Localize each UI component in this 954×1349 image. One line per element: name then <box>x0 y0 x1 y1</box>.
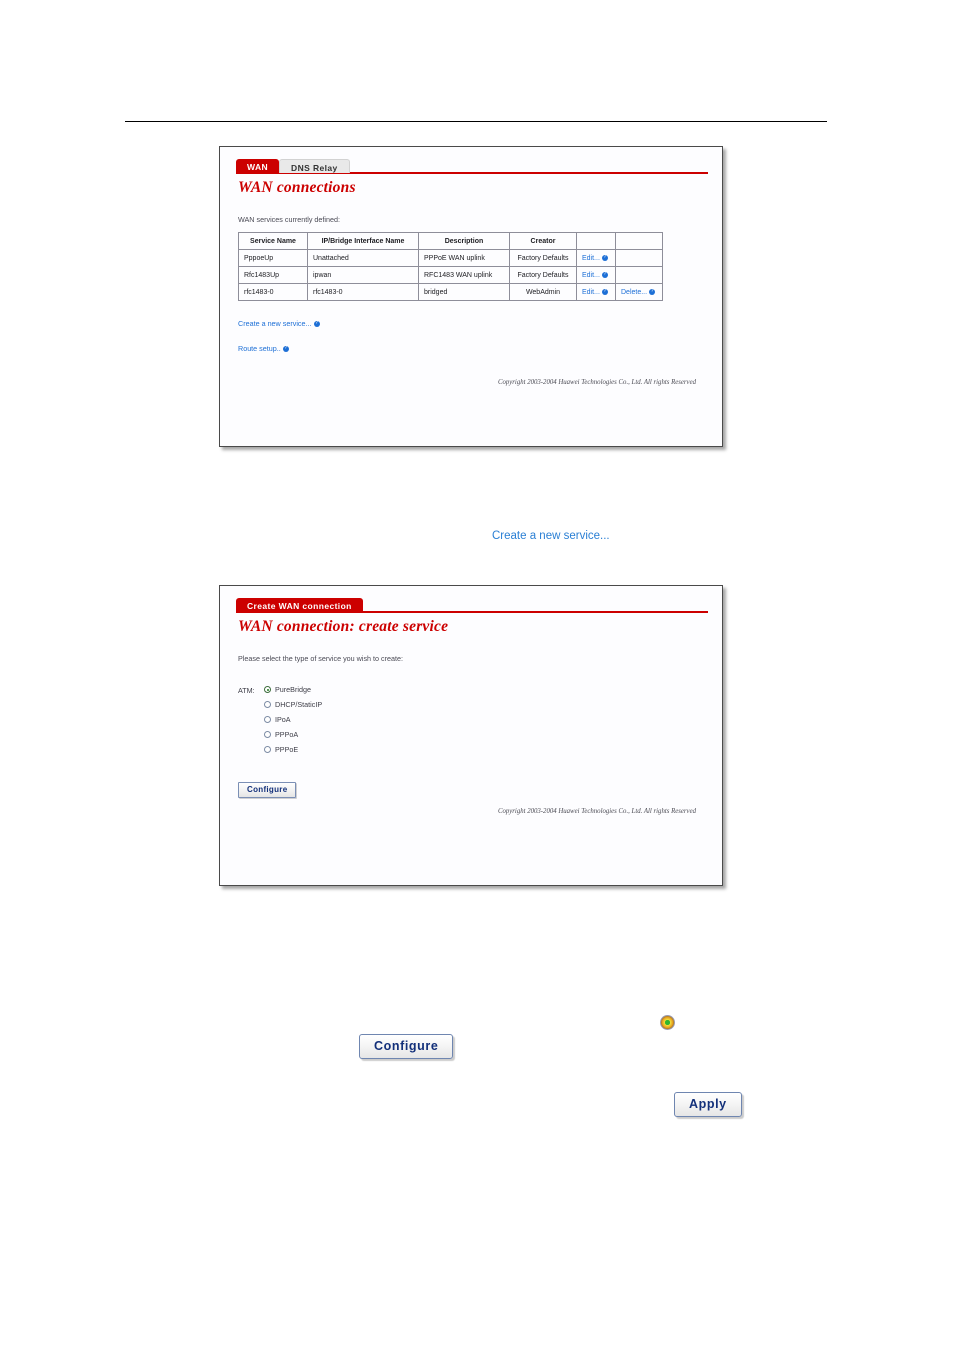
cell-interface: ipwan <box>307 266 419 284</box>
route-setup-link[interactable]: Route setup.. <box>238 344 281 353</box>
radio-option-purebridge[interactable]: PureBridge <box>264 685 322 694</box>
edit-link[interactable]: Edit... <box>582 255 600 262</box>
cell-creator: Factory Defaults <box>509 266 577 284</box>
callout-apply-button: Apply <box>674 1092 742 1117</box>
panel1-body: WAN services currently defined: Service … <box>238 215 706 386</box>
panel1-intro: WAN services currently defined: <box>238 215 340 224</box>
radio-label: DHCP/StaticIP <box>275 700 323 709</box>
callout-configure-button: Configure <box>359 1034 454 1059</box>
panel2-tabbar: Create WAN connection <box>236 594 722 612</box>
radio-icon[interactable] <box>264 746 271 753</box>
radio-label: PureBridge <box>275 685 311 694</box>
callout-create-a-new-service: Create a new service... <box>492 526 610 544</box>
wan-services-table: Service Name IP/Bridge Interface Name De… <box>238 232 663 301</box>
radio-icon[interactable] <box>264 731 271 738</box>
cell-edit-action[interactable]: Edit... <box>576 249 616 267</box>
copyright-notice: Copyright 2003-2004 Huawei Technologies … <box>497 379 696 386</box>
create-new-service-row: Create a new service... <box>238 319 706 328</box>
col-header-service-name: Service Name <box>238 232 308 250</box>
help-icon[interactable] <box>601 288 608 295</box>
configure-button[interactable]: Configure <box>238 782 297 798</box>
configure-button[interactable]: Configure <box>359 1034 454 1059</box>
service-type-group: ATM: PureBridge DHCP/StaticIP IPoA PPPoA… <box>238 685 706 754</box>
radio-option-pppoe[interactable]: PPPoE <box>264 745 322 754</box>
col-header-description: Description <box>418 232 510 250</box>
service-type-radio-list: PureBridge DHCP/StaticIP IPoA PPPoA PPPo… <box>264 685 322 754</box>
table-row: rfc1483-0 rfc1483-0 bridged WebAdmin Edi… <box>238 283 663 301</box>
panel1-tabbar: WAN DNS Relay <box>236 155 722 173</box>
page-title-create-service: WAN connection: create service <box>238 618 449 635</box>
radio-selected-icon[interactable] <box>660 1015 675 1030</box>
cell-creator: Factory Defaults <box>509 249 577 267</box>
callout-radio-icon <box>660 1015 675 1035</box>
cell-interface: Unattached <box>307 249 419 267</box>
cell-service-name: Rfc1483Up <box>238 266 308 284</box>
help-icon[interactable] <box>601 271 608 278</box>
cell-edit-action[interactable]: Edit... <box>576 283 616 301</box>
tab-create-wan-connection[interactable]: Create WAN connection <box>236 598 363 612</box>
tab-dns-relay[interactable]: DNS Relay <box>279 159 350 173</box>
callout-link-label[interactable]: Create a new service... <box>492 530 610 542</box>
wan-connections-panel: WAN DNS Relay WAN connections WAN service… <box>219 146 723 447</box>
copyright-notice: Copyright 2003-2004 Huawei Technologies … <box>497 808 696 815</box>
radio-label: IPoA <box>275 715 291 724</box>
help-icon[interactable] <box>649 288 656 295</box>
radio-selected-icon[interactable] <box>264 686 271 693</box>
delete-link[interactable]: Delete... <box>621 289 647 296</box>
cell-service-name: rfc1483-0 <box>238 283 308 301</box>
cell-edit-action[interactable]: Edit... <box>576 266 616 284</box>
create-wan-connection-panel: Create WAN connection WAN connection: cr… <box>219 585 723 886</box>
cell-service-name: PppoeUp <box>238 249 308 267</box>
route-setup-row: Route setup.. <box>238 344 706 353</box>
radio-option-pppoa[interactable]: PPPoA <box>264 730 322 739</box>
cell-description: RFC1483 WAN uplink <box>418 266 510 284</box>
panel2-body: Please select the type of service you wi… <box>238 654 706 815</box>
cell-delete-action <box>615 249 663 267</box>
tab-wan[interactable]: WAN <box>236 159 280 173</box>
col-header-interface-name: IP/Bridge Interface Name <box>307 232 419 250</box>
col-header-action-edit <box>576 232 616 250</box>
cell-description: bridged <box>418 283 510 301</box>
cell-creator: WebAdmin <box>509 283 577 301</box>
panel2-intro: Please select the type of service you wi… <box>238 654 403 663</box>
table-row: Rfc1483Up ipwan RFC1483 WAN uplink Facto… <box>238 266 663 284</box>
radio-option-dhcp-staticip[interactable]: DHCP/StaticIP <box>264 700 322 709</box>
help-icon[interactable] <box>313 320 320 327</box>
edit-link[interactable]: Edit... <box>582 272 600 279</box>
cell-delete-action[interactable]: Delete... <box>615 283 663 301</box>
radio-label: PPPoA <box>275 730 299 739</box>
edit-link[interactable]: Edit... <box>582 289 600 296</box>
cell-interface: rfc1483-0 <box>307 283 419 301</box>
table-row: PppoeUp Unattached PPPoE WAN uplink Fact… <box>238 249 663 267</box>
help-icon[interactable] <box>601 254 608 261</box>
page-title: WAN connections <box>238 179 356 196</box>
radio-label: PPPoE <box>275 745 299 754</box>
radio-option-ipoa[interactable]: IPoA <box>264 715 322 724</box>
col-header-creator: Creator <box>509 232 577 250</box>
create-a-new-service-link[interactable]: Create a new service... <box>238 319 312 328</box>
help-icon[interactable] <box>282 345 289 352</box>
apply-button[interactable]: Apply <box>674 1092 742 1117</box>
radio-icon[interactable] <box>264 716 271 723</box>
cell-delete-action <box>615 266 663 284</box>
table-header-row: Service Name IP/Bridge Interface Name De… <box>238 232 663 250</box>
cell-description: PPPoE WAN uplink <box>418 249 510 267</box>
atm-group-label: ATM: <box>238 686 255 695</box>
col-header-action-delete <box>615 232 663 250</box>
radio-icon[interactable] <box>264 701 271 708</box>
page-header-rule <box>125 121 827 122</box>
panel2-action-row: Configure <box>238 782 706 798</box>
